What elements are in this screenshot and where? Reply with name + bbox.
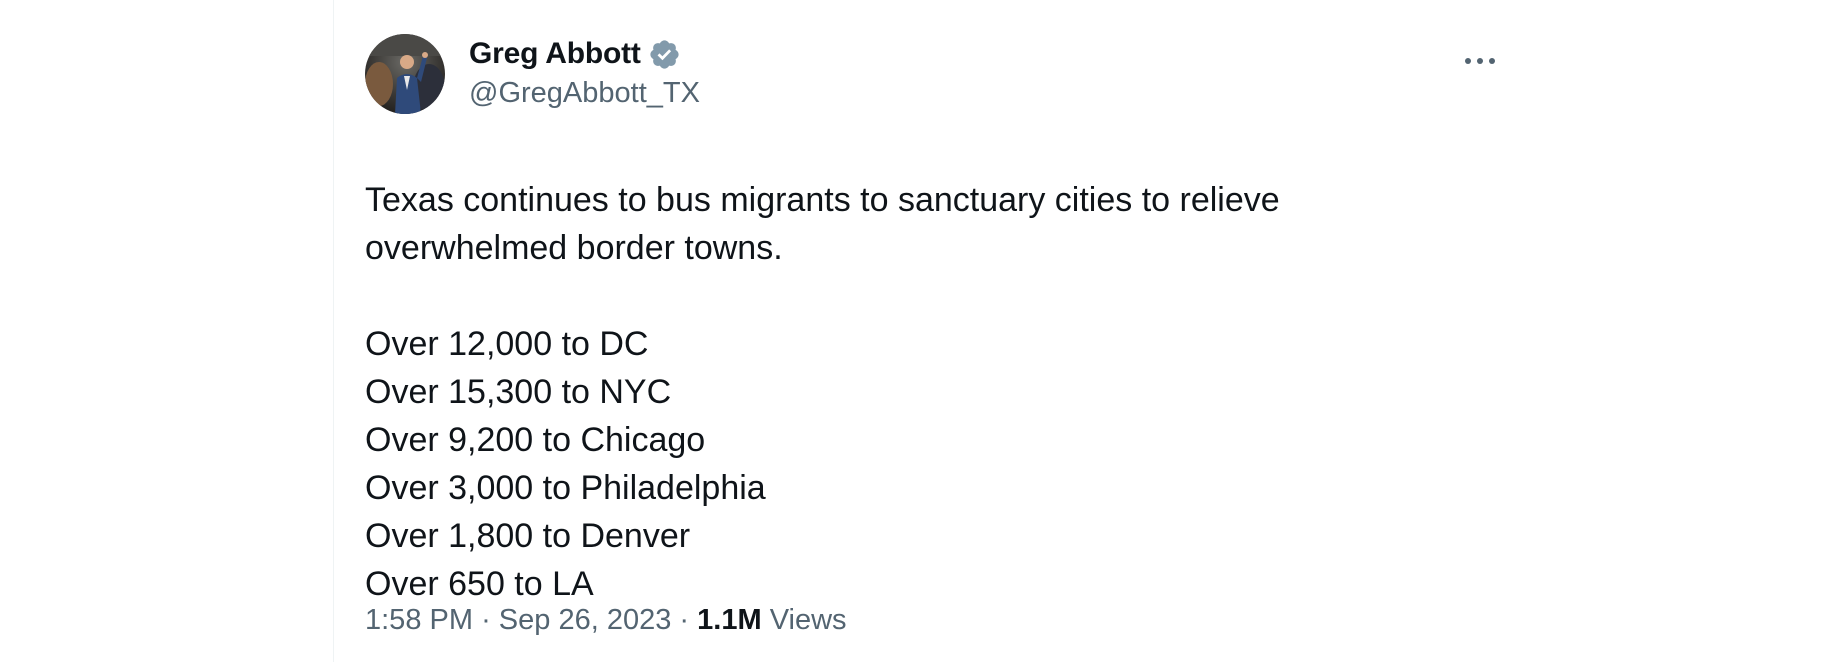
views-link[interactable]: 1.1M Views [697,604,846,636]
author-handle[interactable]: @GregAbbott_TX [469,74,700,112]
author-names: Greg Abbott @GregAbbott_TX [469,34,700,112]
tweet-text: Texas continues to bus migrants to sanct… [365,176,1505,608]
tweet-meta: 1:58 PM · Sep 26, 2023 · 1.1M Views [365,604,847,637]
profile-photo-icon [365,34,445,114]
timeline-column-border [333,0,334,662]
tweet-text-line: Over 12,000 to DC [365,325,649,363]
tweet-text-line: overwhelmed border towns. [365,229,783,267]
meta-separator: · [679,604,690,636]
page: Greg Abbott @GregAbbott_TX Texas continu… [0,0,1846,662]
tweet-header: Greg Abbott @GregAbbott_TX [365,34,1505,116]
views-count: 1.1M [697,604,762,636]
meta-separator: · [481,604,491,636]
verified-badge-icon [648,38,681,71]
avatar[interactable] [365,34,445,114]
tweet-text-line: Over 1,800 to Denver [365,517,691,555]
tweet-timestamp-link[interactable]: 1:58 PM · Sep 26, 2023 [365,604,671,636]
tweet-text-line: Over 9,200 to Chicago [365,421,706,459]
tweet-text-line: Texas continues to bus migrants to sanct… [365,181,1280,219]
more-options-icon[interactable] [1460,46,1500,76]
tweet-text-line: Over 15,300 to NYC [365,373,672,411]
tweet-text-line: Over 650 to LA [365,565,594,603]
views-label: Views [769,604,847,636]
tweet-time: 1:58 PM [365,604,473,636]
display-name[interactable]: Greg Abbott [469,37,641,71]
tweet: Greg Abbott @GregAbbott_TX Texas continu… [365,34,1505,608]
tweet-date: Sep 26, 2023 [498,604,672,636]
tweet-text-line: Over 3,000 to Philadelphia [365,469,766,507]
display-name-row: Greg Abbott [469,34,700,74]
